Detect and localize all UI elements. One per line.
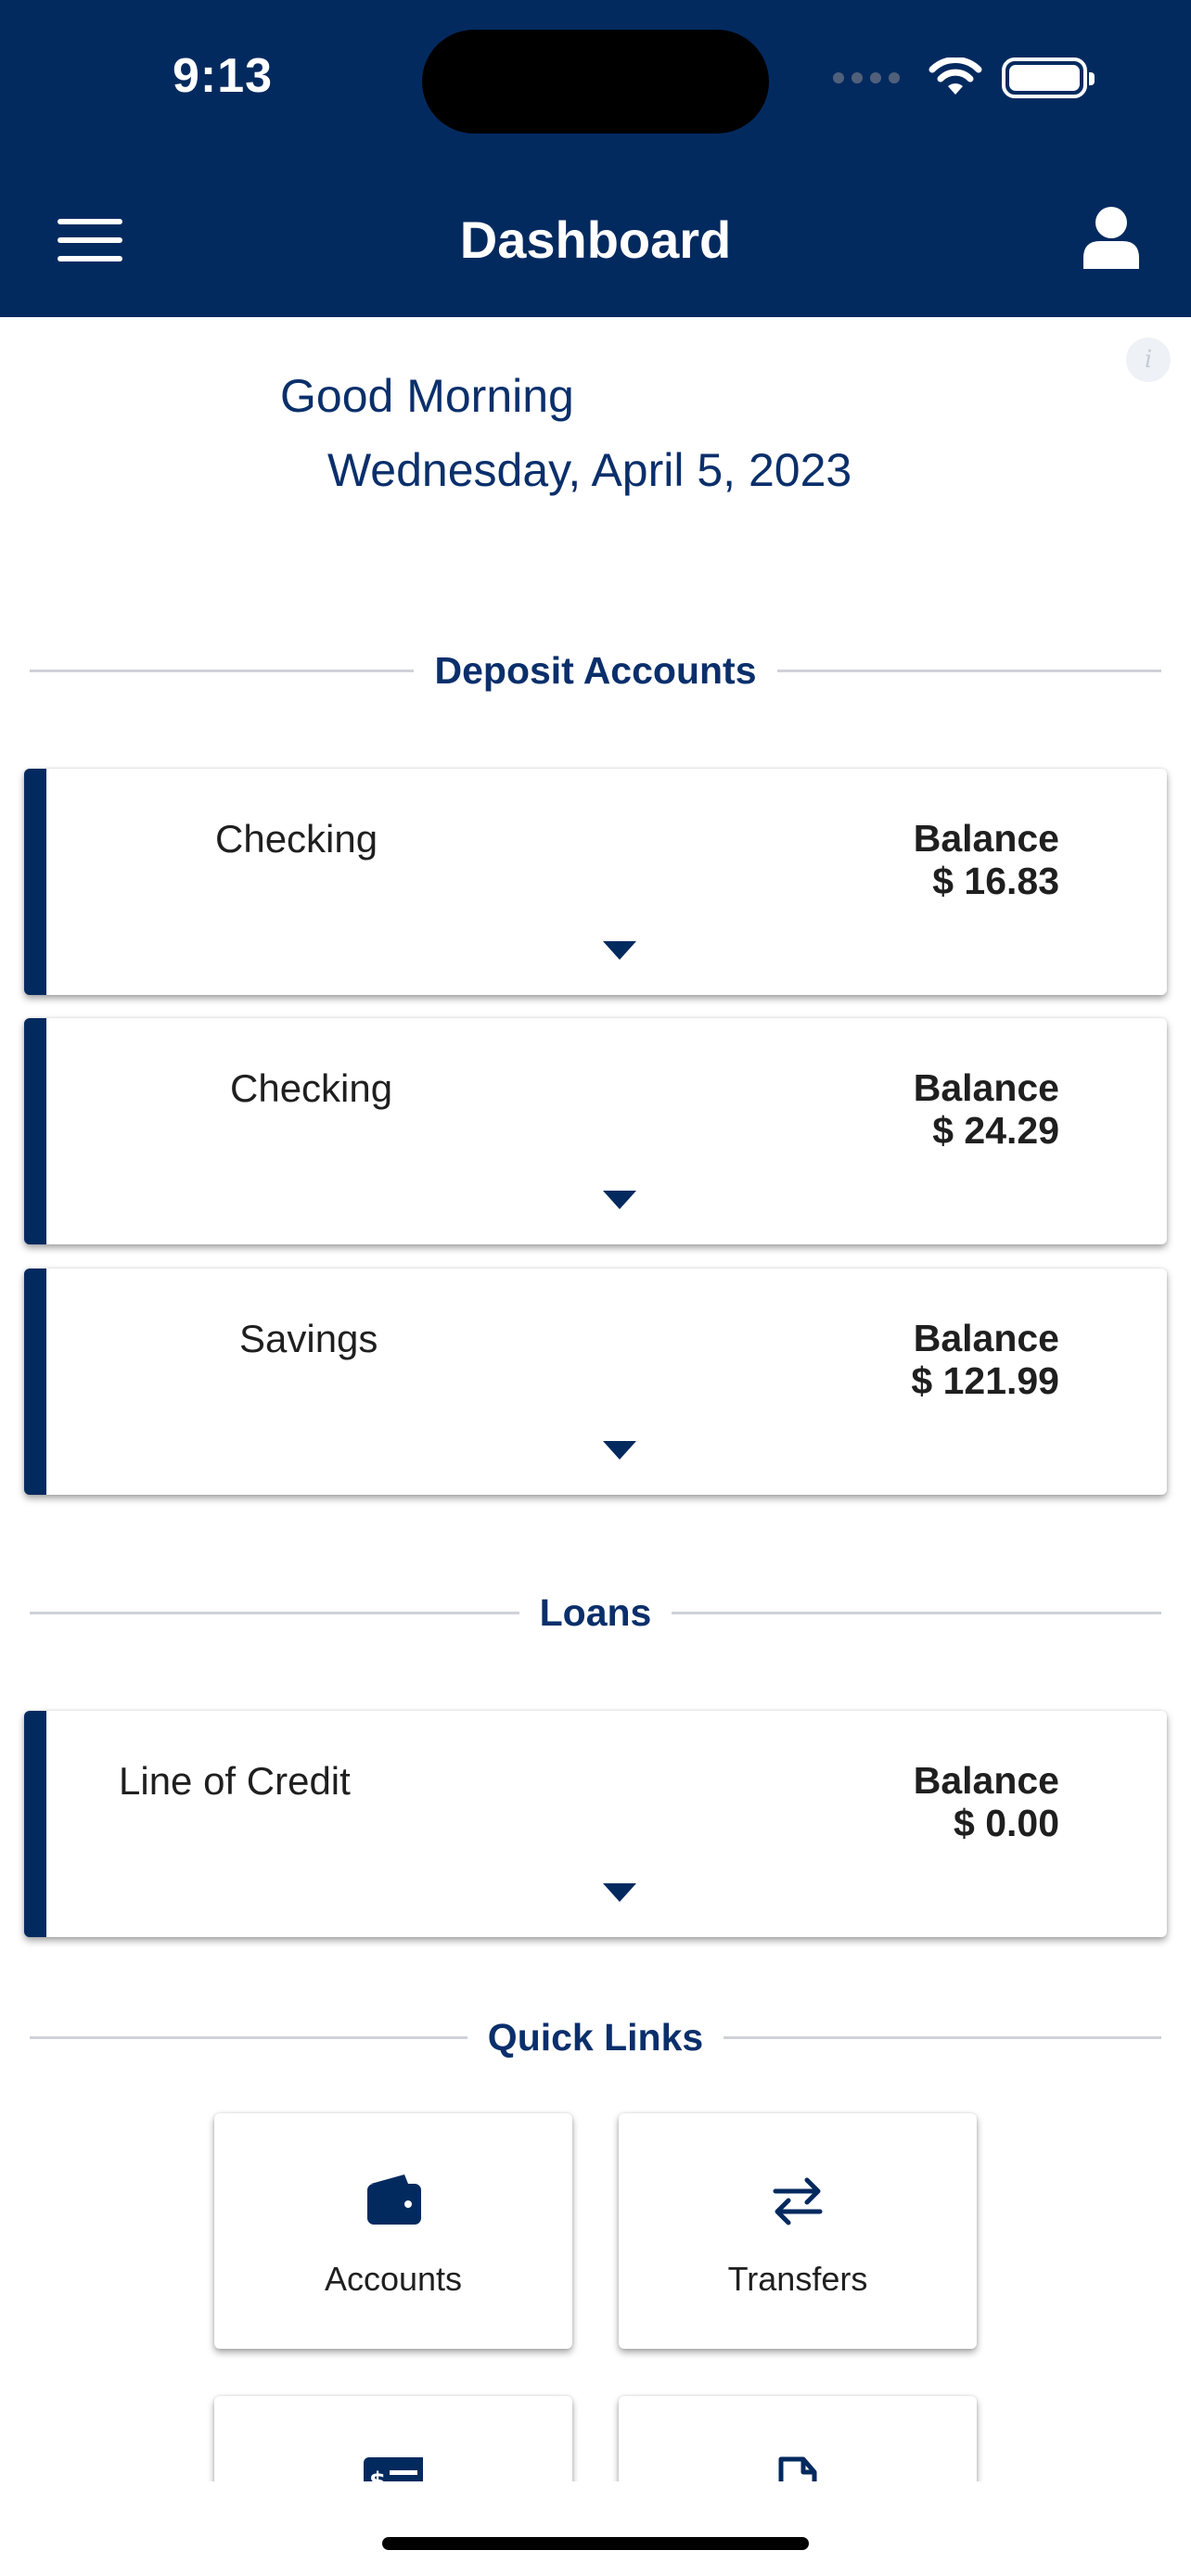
balance-label: Balance xyxy=(913,817,1059,860)
section-title: Deposit Accounts xyxy=(434,649,757,692)
balance-label: Balance xyxy=(913,1066,1059,1109)
cellular-signal-icon xyxy=(833,72,900,83)
account-card-savings[interactable]: Savings Balance $ 121.99 xyxy=(24,1269,1167,1495)
wallet-icon xyxy=(367,2174,421,2225)
greeting-date: Wednesday, April 5, 2023 xyxy=(327,444,852,496)
balance-label: Balance xyxy=(913,1317,1059,1359)
home-indicator[interactable] xyxy=(382,2537,809,2550)
divider xyxy=(30,2036,467,2039)
status-time: 9:13 xyxy=(173,49,274,103)
dynamic-island xyxy=(422,30,769,134)
app-header: 9:13 Dashboard xyxy=(0,0,1191,317)
quick-link-transfers[interactable]: Transfers xyxy=(619,2113,977,2349)
balance-value: $ 16.83 xyxy=(932,860,1059,902)
loan-card-line-of-credit[interactable]: Line of Credit Balance $ 0.00 xyxy=(24,1711,1167,1937)
divider xyxy=(30,670,415,672)
balance-value: $ 0.00 xyxy=(954,1802,1059,1844)
chevron-down-icon[interactable] xyxy=(603,1883,636,1902)
battery-icon xyxy=(1002,57,1095,98)
divider xyxy=(724,2036,1162,2039)
chevron-down-icon[interactable] xyxy=(603,1191,636,1209)
info-icon[interactable]: i xyxy=(1126,338,1171,382)
section-header-deposit-accounts: Deposit Accounts xyxy=(30,649,1161,693)
account-card-checking[interactable]: Checking Balance $ 16.83 xyxy=(24,769,1167,995)
section-title: Quick Links xyxy=(487,2016,704,2059)
account-name: Savings xyxy=(239,1317,378,1360)
quick-link-label: Transfers xyxy=(727,2260,868,2298)
balance-value: $ 24.29 xyxy=(932,1109,1059,1152)
balance-value: $ 121.99 xyxy=(911,1359,1059,1402)
quick-link-label: Accounts xyxy=(324,2260,463,2298)
section-title: Loans xyxy=(539,1591,652,1634)
greeting-text: Good Morning xyxy=(280,370,574,422)
section-header-loans: Loans xyxy=(30,1591,1161,1635)
divider xyxy=(776,670,1161,672)
transfer-arrows-icon xyxy=(773,2177,823,2225)
account-name: Checking xyxy=(215,817,378,861)
chevron-down-icon[interactable] xyxy=(603,1441,636,1460)
balance-label: Balance xyxy=(913,1759,1059,1802)
divider xyxy=(30,1612,519,1614)
bottom-safe-area xyxy=(0,2481,1191,2576)
divider xyxy=(672,1612,1161,1614)
page-title: Dashboard xyxy=(459,210,732,269)
account-name: Line of Credit xyxy=(119,1759,351,1803)
wifi-icon xyxy=(928,57,982,95)
chevron-down-icon[interactable] xyxy=(603,941,636,960)
section-header-quick-links: Quick Links xyxy=(30,2016,1162,2060)
profile-icon[interactable] xyxy=(1082,206,1141,269)
quick-link-accounts[interactable]: Accounts xyxy=(214,2113,572,2349)
account-card-checking-2[interactable]: Checking Balance $ 24.29 xyxy=(24,1018,1167,1244)
status-icons xyxy=(833,57,1095,98)
account-name: Checking xyxy=(230,1066,393,1110)
